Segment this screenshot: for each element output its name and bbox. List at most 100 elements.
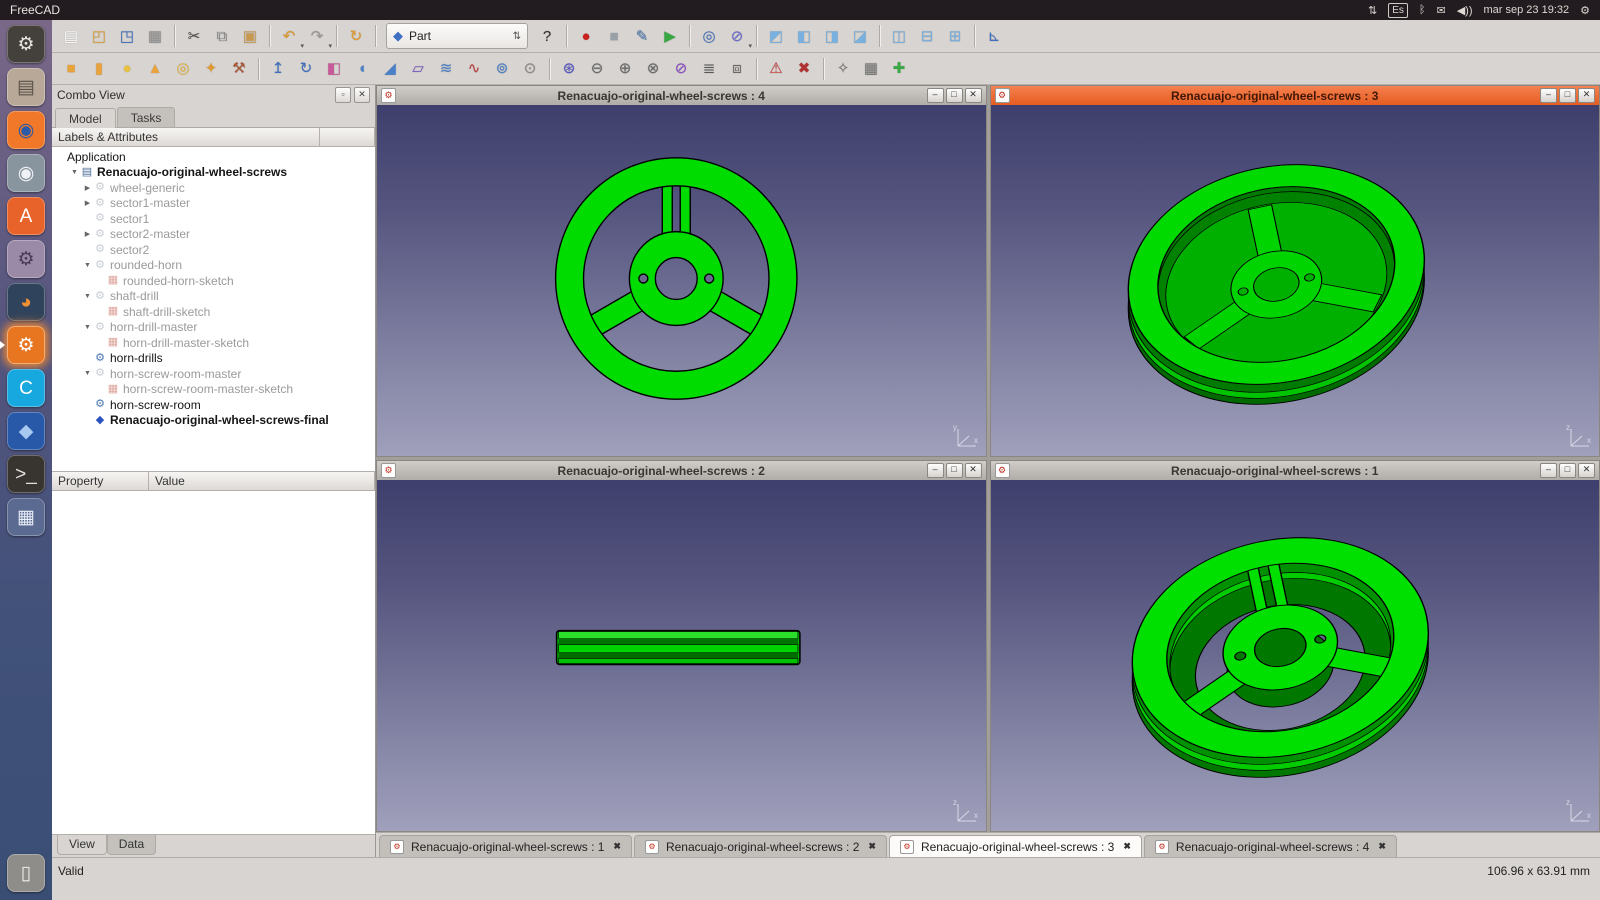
viewport-3d[interactable]: zx <box>990 105 1599 456</box>
close-button[interactable]: ✕ <box>964 88 982 103</box>
extrude-button[interactable]: ↥ <box>265 56 291 82</box>
panel-close-button[interactable]: ✕ <box>354 87 370 103</box>
expander-right-icon[interactable]: ▶ <box>82 230 93 238</box>
chromium-icon[interactable]: ◉ <box>7 154 45 192</box>
clock[interactable]: mar sep 23 19:32 <box>1484 4 1570 16</box>
document-tab-4[interactable]: ⚙ Renacuajo-original-wheel-screws : 4 ✖ <box>1143 835 1397 857</box>
shape-from-mesh-button[interactable]: ▦ <box>858 56 884 82</box>
close-button[interactable]: ✕ <box>964 463 982 478</box>
undo-button[interactable]: ↶ ▾ <box>276 23 304 51</box>
close-tab-icon[interactable]: ✖ <box>1378 841 1386 852</box>
loft-button[interactable]: ≋ <box>433 56 459 82</box>
trash-icon[interactable]: ▯ <box>7 854 45 892</box>
window-titlebar[interactable]: ⚙ Renacuajo-original-wheel-screws : 4 – □ ✕ <box>377 86 986 105</box>
section-button[interactable]: ⊘ <box>668 56 694 82</box>
defeaturing-button[interactable]: ✖ <box>791 56 817 82</box>
system-settings-icon[interactable]: ⚙ <box>7 240 45 278</box>
fillet-button[interactable]: ◖ <box>349 56 375 82</box>
copy-button[interactable]: ⧉ <box>209 23 235 49</box>
blender-icon[interactable]: ◕ <box>7 283 45 321</box>
tree-item-wheel-generic[interactable]: ▶ ⚙ wheel-generic <box>52 180 375 196</box>
refresh-button[interactable]: ↻ <box>343 23 369 49</box>
maximize-button[interactable]: □ <box>945 88 963 103</box>
expander-down-icon[interactable]: ▼ <box>82 293 93 300</box>
tree-item-sector2-master[interactable]: ▶ ⚙ sector2-master <box>52 227 375 243</box>
expander-down-icon[interactable]: ▼ <box>82 324 93 331</box>
cut-button[interactable]: ✂ <box>181 23 207 49</box>
tree-item-sector1[interactable]: ⚙ sector1 <box>52 211 375 227</box>
expander-down-icon[interactable]: ▼ <box>82 262 93 269</box>
expander-right-icon[interactable]: ▶ <box>82 199 93 207</box>
boolean-union-button[interactable]: ⊕ <box>612 56 638 82</box>
part-torus-button[interactable]: ◎ <box>170 56 196 82</box>
bluetooth-icon[interactable]: ᛒ <box>1419 4 1426 16</box>
maximize-button[interactable]: □ <box>945 463 963 478</box>
draw-style-button[interactable]: ⊘ ▾ <box>724 23 752 51</box>
tree-item-renacuajo-original-wheel-screws-final[interactable]: ◆ Renacuajo-original-wheel-screws-final <box>52 413 375 429</box>
keyboard-layout-indicator-icon[interactable]: Es <box>1388 2 1408 18</box>
revolve-button[interactable]: ↻ <box>293 56 319 82</box>
firefox-icon[interactable]: ◉ <box>7 111 45 149</box>
tree-header-label[interactable]: Labels & Attributes <box>52 128 320 146</box>
window-titlebar[interactable]: ⚙ Renacuajo-original-wheel-screws : 3 – □ ✕ <box>990 86 1599 105</box>
expander-down-icon[interactable]: ▼ <box>69 169 80 176</box>
window-titlebar[interactable]: ⚙ Renacuajo-original-wheel-screws : 2 – □ ✕ <box>377 461 986 480</box>
compound-button[interactable]: ⧈ <box>724 56 750 82</box>
measure-linear-button[interactable]: ⊾ <box>981 23 1007 49</box>
view-bottom-button[interactable]: ⊟ <box>914 23 940 49</box>
shape-builder-button[interactable]: ⚒ <box>226 56 252 82</box>
tree-item-rounded-horn-sketch[interactable]: ▦ rounded-horn-sketch <box>52 273 375 289</box>
viewport-3d[interactable]: zx <box>990 480 1599 831</box>
minimize-button[interactable]: – <box>926 88 944 103</box>
tree-item-sector1-master[interactable]: ▶ ⚙ sector1-master <box>52 196 375 212</box>
view-axonometric-button[interactable]: ◩ <box>763 23 789 49</box>
open-document-button[interactable]: ◰ <box>86 23 112 49</box>
freecad-part-workbench-icon[interactable]: ⚙ <box>0 326 45 364</box>
boolean-cut-button[interactable]: ⊖ <box>584 56 610 82</box>
volume-icon[interactable]: ◀)) <box>1457 4 1473 17</box>
tab-data[interactable]: Data <box>106 835 157 855</box>
view-front-button[interactable]: ◧ <box>791 23 817 49</box>
save-document-button[interactable]: ◳ <box>114 23 140 49</box>
session-menu-icon[interactable]: ⚙ <box>1580 4 1590 17</box>
tree-item-horn-screw-room-master[interactable]: ▼ ⚙ horn-screw-room-master <box>52 366 375 382</box>
document-tab-1[interactable]: ⚙ Renacuajo-original-wheel-screws : 1 ✖ <box>379 835 632 857</box>
minimize-button[interactable]: – <box>1540 463 1557 478</box>
close-button[interactable]: ✕ <box>1578 88 1595 103</box>
freecad-launcher-icon[interactable]: ⚙ <box>7 25 45 63</box>
dropdown-arrow-icon[interactable]: ▾ <box>328 42 332 50</box>
view-top-button[interactable]: ◨ <box>819 23 845 49</box>
new-document-button[interactable]: ▤ <box>58 23 84 49</box>
close-button[interactable]: ✕ <box>1578 463 1595 478</box>
viewport-3d[interactable]: zx <box>377 480 986 831</box>
offset-button[interactable]: ⊚ <box>489 56 515 82</box>
cura-icon[interactable]: C <box>7 369 45 407</box>
close-tab-icon[interactable]: ✖ <box>868 841 876 852</box>
part-cylinder-button[interactable]: ▮ <box>86 56 112 82</box>
value-column-header[interactable]: Value <box>149 472 375 490</box>
mirror-button[interactable]: ◧ <box>321 56 347 82</box>
view-right-button[interactable]: ◪ <box>847 23 873 49</box>
sweep-button[interactable]: ∿ <box>461 56 487 82</box>
workbench-selector[interactable]: ◆ Part ⇅ <box>386 23 528 49</box>
ubuntu-software-icon[interactable]: A <box>7 197 45 235</box>
macro-edit-button[interactable]: ✎ <box>629 23 655 49</box>
redo-button[interactable]: ↷ ▾ <box>304 23 332 51</box>
file-manager-icon[interactable]: ▤ <box>7 68 45 106</box>
boolean-intersection-button[interactable]: ⊗ <box>640 56 666 82</box>
cross-sections-button[interactable]: ≣ <box>696 56 722 82</box>
macro-stop-button[interactable]: ■ <box>601 23 627 49</box>
maximize-button[interactable]: □ <box>1559 88 1576 103</box>
tree-item-horn-screw-room[interactable]: ⚙ horn-screw-room <box>52 397 375 413</box>
tree-item-renacuajo-original-wheel-screws[interactable]: ▼ ▤ Renacuajo-original-wheel-screws <box>52 165 375 181</box>
macro-play-button[interactable]: ▶ <box>657 23 683 49</box>
tree-item-shaft-drill[interactable]: ▼ ⚙ shaft-drill <box>52 289 375 305</box>
panel-float-button[interactable]: ▫ <box>335 87 351 103</box>
refine-shape-button[interactable]: ✧ <box>830 56 856 82</box>
part-sphere-button[interactable]: ● <box>114 56 140 82</box>
cad-utility-icon[interactable]: ◆ <box>7 412 45 450</box>
minimize-button[interactable]: – <box>926 463 944 478</box>
tree-item-shaft-drill-sketch[interactable]: ▦ shaft-drill-sketch <box>52 304 375 320</box>
minimize-button[interactable]: – <box>1540 88 1557 103</box>
expander-down-icon[interactable]: ▼ <box>82 370 93 377</box>
